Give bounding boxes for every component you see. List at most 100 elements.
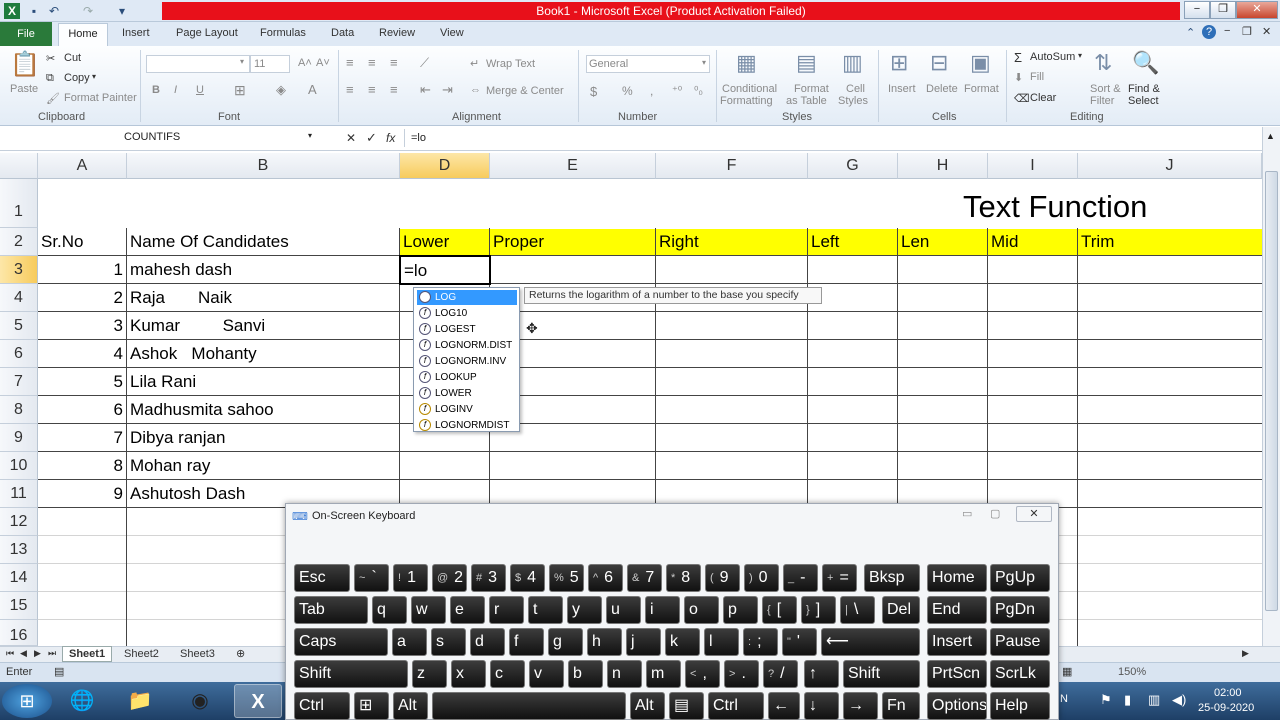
key-letter[interactable]: b — [568, 660, 603, 688]
srno-cell[interactable]: 8 — [38, 453, 126, 479]
column-header[interactable]: I — [988, 153, 1078, 179]
name-cell[interactable]: Mohan ray — [127, 453, 399, 479]
undo-icon[interactable]: ↶ — [46, 3, 62, 19]
row-header[interactable]: 1 — [0, 179, 38, 228]
header-name[interactable]: Name Of Candidates — [127, 229, 399, 255]
name-cell[interactable]: mahesh dash — [127, 257, 399, 283]
enter-formula-button[interactable]: ✓ — [366, 130, 377, 146]
cancel-formula-button[interactable]: ✕ — [346, 131, 356, 145]
sort-filter-icon[interactable]: ⇅ — [1094, 50, 1112, 76]
wrap-text-button[interactable]: Wrap Text — [486, 58, 535, 70]
ie-taskbar-icon[interactable]: 🌐 — [58, 684, 106, 718]
autocomplete-item[interactable]: f LOGNORMDIST — [417, 418, 517, 433]
key-tab[interactable]: Tab — [294, 596, 368, 624]
paste-button[interactable]: Paste — [10, 83, 38, 95]
key-letter[interactable]: s — [431, 628, 466, 656]
autocomplete-item[interactable]: f LOOKUP — [417, 370, 517, 385]
key-number[interactable]: % 5 — [549, 564, 584, 592]
explorer-taskbar-icon[interactable]: 📁 — [116, 684, 164, 718]
number-format-box[interactable]: General ▾ — [586, 55, 710, 73]
insert-function-button[interactable]: fx — [386, 131, 395, 145]
key-pgup[interactable]: PgUp — [990, 564, 1050, 592]
key-letter[interactable]: t — [528, 596, 563, 624]
key-number[interactable]: ) 0 — [744, 564, 779, 592]
key-number[interactable]: (9 — [705, 564, 740, 592]
format-as-table-button[interactable]: Format — [794, 83, 829, 95]
key-arrow-right[interactable]: → — [843, 692, 878, 720]
find-select-icon[interactable]: 🔍 — [1132, 50, 1159, 76]
doc-close-icon[interactable]: ✕ — [1262, 25, 1271, 38]
sheet-nav-prev-icon[interactable]: ◀ — [20, 648, 27, 659]
osk-restore-icon[interactable]: ▢ — [990, 507, 1000, 520]
row-header[interactable]: 7 — [0, 368, 38, 396]
format-cells-button[interactable]: Format — [964, 83, 999, 95]
key-ctrl-right[interactable]: Ctrl — [708, 692, 764, 720]
tab-home[interactable]: Home — [58, 23, 108, 46]
key-letter[interactable]: y — [567, 596, 602, 624]
shrink-font-icon[interactable]: A˅ — [316, 57, 330, 69]
new-sheet-icon[interactable]: ⊕ — [236, 647, 245, 660]
scroll-thumb[interactable] — [1265, 171, 1278, 611]
align-middle-icon[interactable]: ≡ — [368, 55, 376, 70]
sheet-nav-last-icon[interactable]: ⏭ — [48, 648, 56, 659]
tray-language[interactable]: N — [1060, 693, 1068, 705]
zoom-level[interactable]: 150% — [1118, 666, 1146, 678]
name-cell[interactable]: Ashok Mohanty — [127, 341, 399, 367]
font-name-box[interactable] — [146, 55, 250, 73]
key-number[interactable]: + = — [822, 564, 857, 592]
key-windows[interactable]: ⊞ — [354, 692, 389, 720]
cut-button[interactable]: Cut — [64, 52, 81, 64]
grow-font-icon[interactable]: A˄ — [298, 57, 312, 69]
borders-icon[interactable]: ⊞ — [234, 82, 246, 99]
osk-minimize-icon[interactable]: ▭ — [962, 507, 972, 520]
key-delete[interactable]: Del — [882, 596, 920, 624]
key-bracket[interactable]: {[ — [762, 596, 797, 624]
autocomplete-item[interactable]: f LOGNORM.DIST — [417, 338, 517, 353]
srno-cell[interactable]: 9 — [38, 481, 126, 507]
key-letter[interactable]: z — [412, 660, 447, 688]
start-button-icon[interactable]: ⊞ — [2, 684, 52, 718]
font-color-icon[interactable]: A — [308, 82, 317, 97]
key-letter[interactable]: x — [451, 660, 486, 688]
sheet-tab-sheet2[interactable]: Sheet2 — [124, 648, 159, 660]
copy-dropdown-icon[interactable]: ▾ — [92, 72, 96, 81]
autocomplete-item[interactable]: f LOG10 — [417, 306, 517, 321]
normal-view-icon[interactable]: ▦ — [1062, 665, 1072, 678]
autosum-button[interactable]: AutoSum — [1030, 51, 1075, 63]
macro-record-icon[interactable]: ▤ — [54, 665, 64, 678]
row-header[interactable]: 9 — [0, 424, 38, 452]
header-mid[interactable]: Mid — [988, 229, 1077, 255]
key-letter[interactable]: i — [645, 596, 680, 624]
format-painter-icon[interactable]: 🖌 — [46, 92, 60, 105]
key-punct[interactable]: " ' — [782, 628, 817, 656]
key-scrlk[interactable]: ScrLk — [990, 660, 1050, 688]
srno-cell[interactable]: 4 — [38, 341, 126, 367]
srno-cell[interactable]: 6 — [38, 397, 126, 423]
row-header[interactable]: 13 — [0, 536, 38, 564]
key-end[interactable]: End — [927, 596, 987, 624]
autocomplete-item[interactable]: f LOGEST — [417, 322, 517, 337]
key-letter[interactable]: v — [529, 660, 564, 688]
key-caps[interactable]: Caps — [294, 628, 388, 656]
key-number[interactable]: ~ ` — [354, 564, 389, 592]
key-arrow-left[interactable]: ← — [768, 692, 800, 720]
row-header[interactable]: 10 — [0, 452, 38, 480]
key-shift-right[interactable]: Shift — [843, 660, 920, 688]
percent-button[interactable]: % — [622, 84, 633, 98]
key-pause[interactable]: Pause — [990, 628, 1050, 656]
key-ctrl-left[interactable]: Ctrl — [294, 692, 350, 720]
row-header[interactable]: 8 — [0, 396, 38, 424]
format-cells-icon[interactable]: ▣ — [970, 50, 991, 76]
header-lower[interactable]: Lower — [400, 229, 489, 255]
key-bracket[interactable]: }] — [801, 596, 836, 624]
fill-button[interactable]: Fill — [1030, 71, 1044, 83]
autocomplete-item[interactable]: f LOWER — [417, 386, 517, 401]
column-header[interactable]: A — [38, 153, 127, 179]
key-bracket[interactable]: | \ — [840, 596, 875, 624]
merge-icon[interactable]: ⇔ — [470, 84, 481, 96]
find-select-button[interactable]: Find & — [1128, 83, 1160, 95]
autosum-icon[interactable]: Σ — [1014, 50, 1022, 65]
delete-cells-button[interactable]: Delete — [926, 83, 958, 95]
active-cell-editor[interactable]: =lo — [399, 255, 491, 285]
key-space[interactable] — [432, 692, 626, 720]
